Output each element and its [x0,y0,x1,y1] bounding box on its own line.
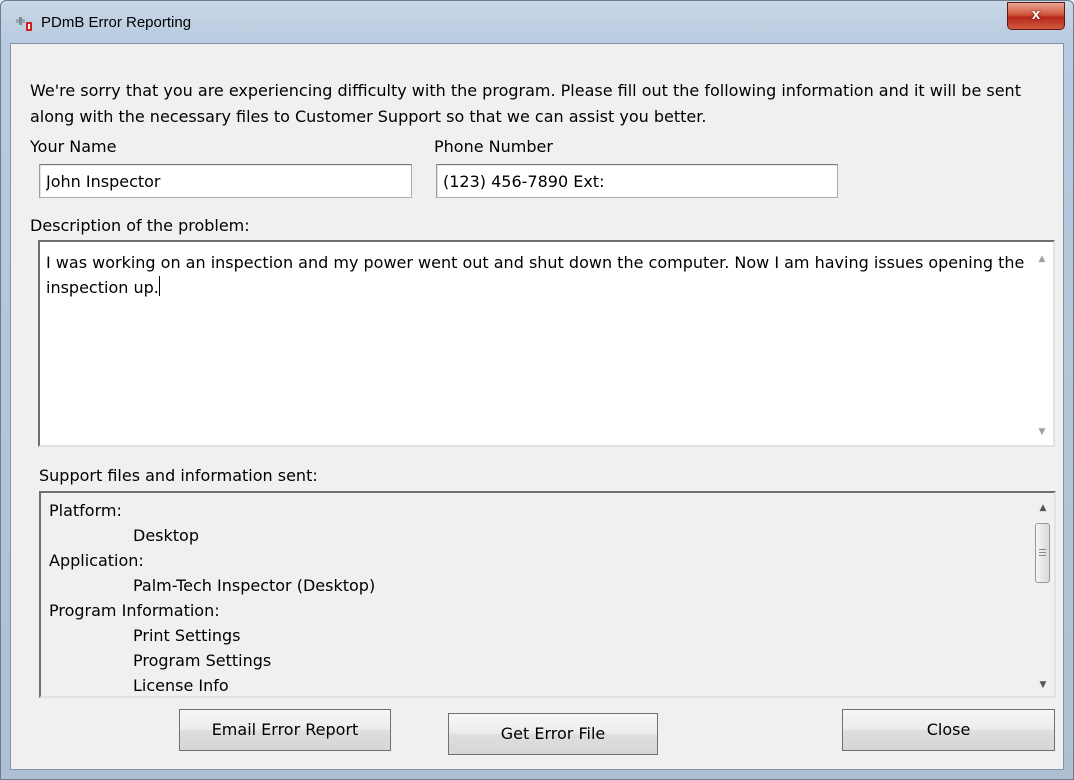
phone-label: Phone Number [434,137,553,156]
list-item: Application: [49,551,144,570]
description-label: Description of the problem: [30,216,250,235]
list-item: Palm-Tech Inspector (Desktop) [133,576,376,595]
name-label: Your Name [30,137,117,156]
list-item: Platform: [49,501,122,520]
description-textarea[interactable]: I was working on an inspection and my po… [38,240,1055,447]
phone-field[interactable] [436,164,838,198]
app-error-icon [16,17,32,31]
support-files-list[interactable]: Platform: Desktop Application: Palm-Tech In… [39,491,1056,698]
email-error-report-button[interactable]: Email Error Report [179,709,391,751]
list-item: Program Settings [133,651,272,670]
scroll-down-icon[interactable]: ▼ [1031,423,1053,441]
list-item: Desktop [133,526,199,545]
error-reporting-window: PDmB Error Reporting x We're sorry that … [0,0,1074,780]
text-caret [158,276,160,296]
name-input[interactable] [40,165,411,197]
description-value: I was working on an inspection and my po… [46,253,1025,297]
grip-icon [1039,549,1046,558]
description-scrollbar[interactable]: ▲ ▼ [1031,242,1053,445]
description-text: I was working on an inspection and my po… [46,250,1026,300]
list-item: License Info [133,676,229,695]
window-close-icon[interactable]: x [1007,2,1065,30]
support-lines: Platform: Desktop Application: Palm-Tech In… [49,498,1009,696]
scroll-thumb[interactable] [1035,523,1050,583]
support-label: Support files and information sent: [39,466,318,485]
close-button[interactable]: Close [842,709,1055,751]
support-scrollbar[interactable]: ▲ ▼ [1032,493,1054,696]
scroll-up-icon[interactable]: ▲ [1032,499,1054,517]
name-field[interactable] [39,164,412,198]
phone-input[interactable] [437,165,837,197]
list-item: Program Information: [49,601,220,620]
title-bar[interactable]: PDmB Error Reporting x [1,1,1073,43]
scroll-up-icon[interactable]: ▲ [1031,250,1053,268]
intro-text: We're sorry that you are experiencing di… [30,81,1021,126]
window-title: PDmB Error Reporting [41,14,192,31]
scroll-down-icon[interactable]: ▼ [1032,676,1054,694]
list-item: Print Settings [133,626,241,645]
get-error-file-button[interactable]: Get Error File [448,713,658,755]
